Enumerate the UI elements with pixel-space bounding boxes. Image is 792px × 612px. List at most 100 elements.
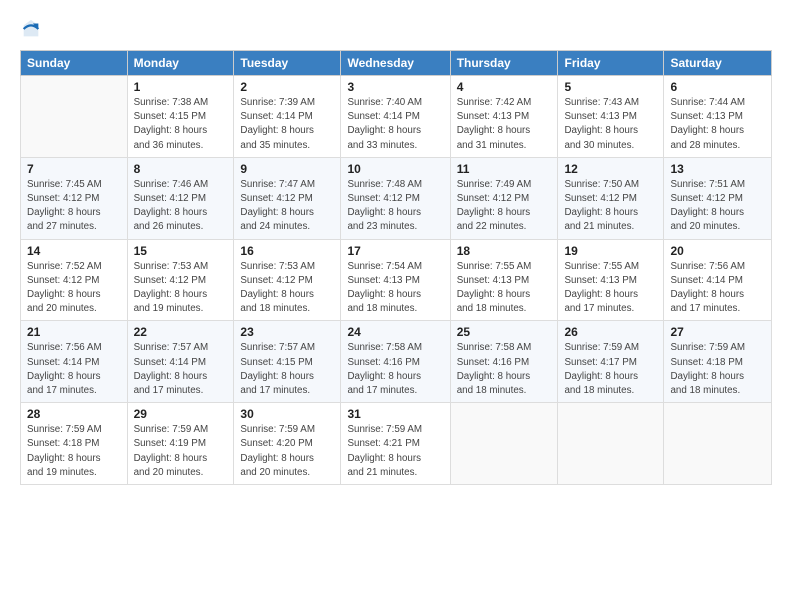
day-info: Sunrise: 7:47 AM Sunset: 4:12 PM Dayligh… — [240, 178, 334, 235]
day-info: Sunrise: 7:40 AM Sunset: 4:14 PM Dayligh… — [347, 96, 443, 153]
day-info: Sunrise: 7:59 AM Sunset: 4:20 PM Dayligh… — [240, 423, 334, 480]
calendar-cell — [664, 403, 772, 485]
day-info: Sunrise: 7:49 AM Sunset: 4:12 PM Dayligh… — [457, 178, 552, 235]
day-info: Sunrise: 7:43 AM Sunset: 4:13 PM Dayligh… — [564, 96, 657, 153]
calendar-cell — [450, 403, 558, 485]
calendar-cell: 15 Sunrise: 7:53 AM Sunset: 4:12 PM Dayli… — [127, 239, 234, 321]
calendar-cell: 14 Sunrise: 7:52 AM Sunset: 4:12 PM Dayli… — [21, 239, 128, 321]
calendar-page: SundayMondayTuesdayWednesdayThursdayFrid… — [0, 0, 792, 612]
logo — [20, 18, 44, 40]
day-info: Sunrise: 7:59 AM Sunset: 4:19 PM Dayligh… — [134, 423, 228, 480]
calendar-cell: 11 Sunrise: 7:49 AM Sunset: 4:12 PM Dayli… — [450, 157, 558, 239]
calendar-cell: 1 Sunrise: 7:38 AM Sunset: 4:15 PM Daylig… — [127, 76, 234, 158]
day-number: 20 — [670, 244, 765, 258]
calendar-cell: 19Sunrise: 7:55 AM Sunset: 4:13 PM Dayli… — [558, 239, 664, 321]
calendar-cell: 25Sunrise: 7:58 AM Sunset: 4:16 PM Dayli… — [450, 321, 558, 403]
day-number: 7 — [27, 162, 121, 176]
calendar-cell: 31 Sunrise: 7:59 AM Sunset: 4:21 PM Dayli… — [341, 403, 450, 485]
day-number: 24 — [347, 325, 443, 339]
day-number: 28 — [27, 407, 121, 421]
day-number: 16 — [240, 244, 334, 258]
day-info: Sunrise: 7:53 AM Sunset: 4:12 PM Dayligh… — [134, 260, 228, 317]
calendar-cell: 5 Sunrise: 7:43 AM Sunset: 4:13 PM Daylig… — [558, 76, 664, 158]
calendar-cell: 26 Sunrise: 7:59 AM Sunset: 4:17 PM Dayli… — [558, 321, 664, 403]
day-number: 15 — [134, 244, 228, 258]
day-info: Sunrise: 7:39 AM Sunset: 4:14 PM Dayligh… — [240, 96, 334, 153]
calendar-header-row: SundayMondayTuesdayWednesdayThursdayFrid… — [21, 51, 772, 76]
calendar-day-header: Friday — [558, 51, 664, 76]
day-number: 5 — [564, 80, 657, 94]
day-info: Sunrise: 7:59 AM Sunset: 4:18 PM Dayligh… — [670, 341, 765, 398]
day-info: Sunrise: 7:50 AM Sunset: 4:12 PM Dayligh… — [564, 178, 657, 235]
calendar-cell: 24 Sunrise: 7:58 AM Sunset: 4:16 PM Dayli… — [341, 321, 450, 403]
day-number: 17 — [347, 244, 443, 258]
day-number: 12 — [564, 162, 657, 176]
logo-icon — [20, 18, 42, 40]
calendar-cell: 18 Sunrise: 7:55 AM Sunset: 4:13 PM Dayli… — [450, 239, 558, 321]
calendar-cell: 7 Sunrise: 7:45 AM Sunset: 4:12 PM Daylig… — [21, 157, 128, 239]
calendar-week-row: 21 Sunrise: 7:56 AM Sunset: 4:14 PM Dayli… — [21, 321, 772, 403]
calendar-cell: 13 Sunrise: 7:51 AM Sunset: 4:12 PM Dayli… — [664, 157, 772, 239]
calendar-cell: 12 Sunrise: 7:50 AM Sunset: 4:12 PM Dayli… — [558, 157, 664, 239]
calendar-cell: 3 Sunrise: 7:40 AM Sunset: 4:14 PM Daylig… — [341, 76, 450, 158]
calendar-week-row: 28 Sunrise: 7:59 AM Sunset: 4:18 PM Dayli… — [21, 403, 772, 485]
day-info: Sunrise: 7:59 AM Sunset: 4:18 PM Dayligh… — [27, 423, 121, 480]
day-info: Sunrise: 7:59 AM Sunset: 4:21 PM Dayligh… — [347, 423, 443, 480]
day-number: 1 — [134, 80, 228, 94]
day-number: 21 — [27, 325, 121, 339]
day-info: Sunrise: 7:38 AM Sunset: 4:15 PM Dayligh… — [134, 96, 228, 153]
calendar-cell: 17 Sunrise: 7:54 AM Sunset: 4:13 PM Dayli… — [341, 239, 450, 321]
calendar-table: SundayMondayTuesdayWednesdayThursdayFrid… — [20, 50, 772, 485]
calendar-day-header: Wednesday — [341, 51, 450, 76]
day-number: 22 — [134, 325, 228, 339]
day-info: Sunrise: 7:51 AM Sunset: 4:12 PM Dayligh… — [670, 178, 765, 235]
calendar-cell: 16 Sunrise: 7:53 AM Sunset: 4:12 PM Dayli… — [234, 239, 341, 321]
day-number: 11 — [457, 162, 552, 176]
calendar-cell: 9 Sunrise: 7:47 AM Sunset: 4:12 PM Daylig… — [234, 157, 341, 239]
day-number: 26 — [564, 325, 657, 339]
day-number: 14 — [27, 244, 121, 258]
calendar-cell: 27Sunrise: 7:59 AM Sunset: 4:18 PM Dayli… — [664, 321, 772, 403]
day-info: Sunrise: 7:57 AM Sunset: 4:15 PM Dayligh… — [240, 341, 334, 398]
day-number: 19 — [564, 244, 657, 258]
calendar-cell: 30 Sunrise: 7:59 AM Sunset: 4:20 PM Dayli… — [234, 403, 341, 485]
calendar-cell: 6Sunrise: 7:44 AM Sunset: 4:13 PM Daylig… — [664, 76, 772, 158]
day-number: 9 — [240, 162, 334, 176]
calendar-cell: 10Sunrise: 7:48 AM Sunset: 4:12 PM Dayli… — [341, 157, 450, 239]
day-info: Sunrise: 7:53 AM Sunset: 4:12 PM Dayligh… — [240, 260, 334, 317]
day-number: 29 — [134, 407, 228, 421]
calendar-cell: 22 Sunrise: 7:57 AM Sunset: 4:14 PM Dayli… — [127, 321, 234, 403]
day-number: 30 — [240, 407, 334, 421]
day-info: Sunrise: 7:52 AM Sunset: 4:12 PM Dayligh… — [27, 260, 121, 317]
day-info: Sunrise: 7:54 AM Sunset: 4:13 PM Dayligh… — [347, 260, 443, 317]
calendar-cell: 23Sunrise: 7:57 AM Sunset: 4:15 PM Dayli… — [234, 321, 341, 403]
day-info: Sunrise: 7:44 AM Sunset: 4:13 PM Dayligh… — [670, 96, 765, 153]
day-info: Sunrise: 7:56 AM Sunset: 4:14 PM Dayligh… — [27, 341, 121, 398]
calendar-week-row: 14 Sunrise: 7:52 AM Sunset: 4:12 PM Dayli… — [21, 239, 772, 321]
calendar-day-header: Thursday — [450, 51, 558, 76]
calendar-cell — [21, 76, 128, 158]
day-number: 10 — [347, 162, 443, 176]
day-number: 4 — [457, 80, 552, 94]
calendar-day-header: Monday — [127, 51, 234, 76]
calendar-day-header: Tuesday — [234, 51, 341, 76]
calendar-week-row: 7 Sunrise: 7:45 AM Sunset: 4:12 PM Daylig… — [21, 157, 772, 239]
day-info: Sunrise: 7:45 AM Sunset: 4:12 PM Dayligh… — [27, 178, 121, 235]
calendar-week-row: 1 Sunrise: 7:38 AM Sunset: 4:15 PM Daylig… — [21, 76, 772, 158]
calendar-cell: 4 Sunrise: 7:42 AM Sunset: 4:13 PM Daylig… — [450, 76, 558, 158]
header — [20, 18, 772, 40]
day-info: Sunrise: 7:55 AM Sunset: 4:13 PM Dayligh… — [457, 260, 552, 317]
day-number: 31 — [347, 407, 443, 421]
day-info: Sunrise: 7:59 AM Sunset: 4:17 PM Dayligh… — [564, 341, 657, 398]
day-info: Sunrise: 7:42 AM Sunset: 4:13 PM Dayligh… — [457, 96, 552, 153]
day-info: Sunrise: 7:57 AM Sunset: 4:14 PM Dayligh… — [134, 341, 228, 398]
day-number: 13 — [670, 162, 765, 176]
calendar-cell — [558, 403, 664, 485]
day-info: Sunrise: 7:56 AM Sunset: 4:14 PM Dayligh… — [670, 260, 765, 317]
calendar-cell: 8Sunrise: 7:46 AM Sunset: 4:12 PM Daylig… — [127, 157, 234, 239]
day-number: 3 — [347, 80, 443, 94]
day-number: 18 — [457, 244, 552, 258]
day-info: Sunrise: 7:58 AM Sunset: 4:16 PM Dayligh… — [347, 341, 443, 398]
calendar-cell: 20 Sunrise: 7:56 AM Sunset: 4:14 PM Dayli… — [664, 239, 772, 321]
calendar-cell: 28 Sunrise: 7:59 AM Sunset: 4:18 PM Dayli… — [21, 403, 128, 485]
